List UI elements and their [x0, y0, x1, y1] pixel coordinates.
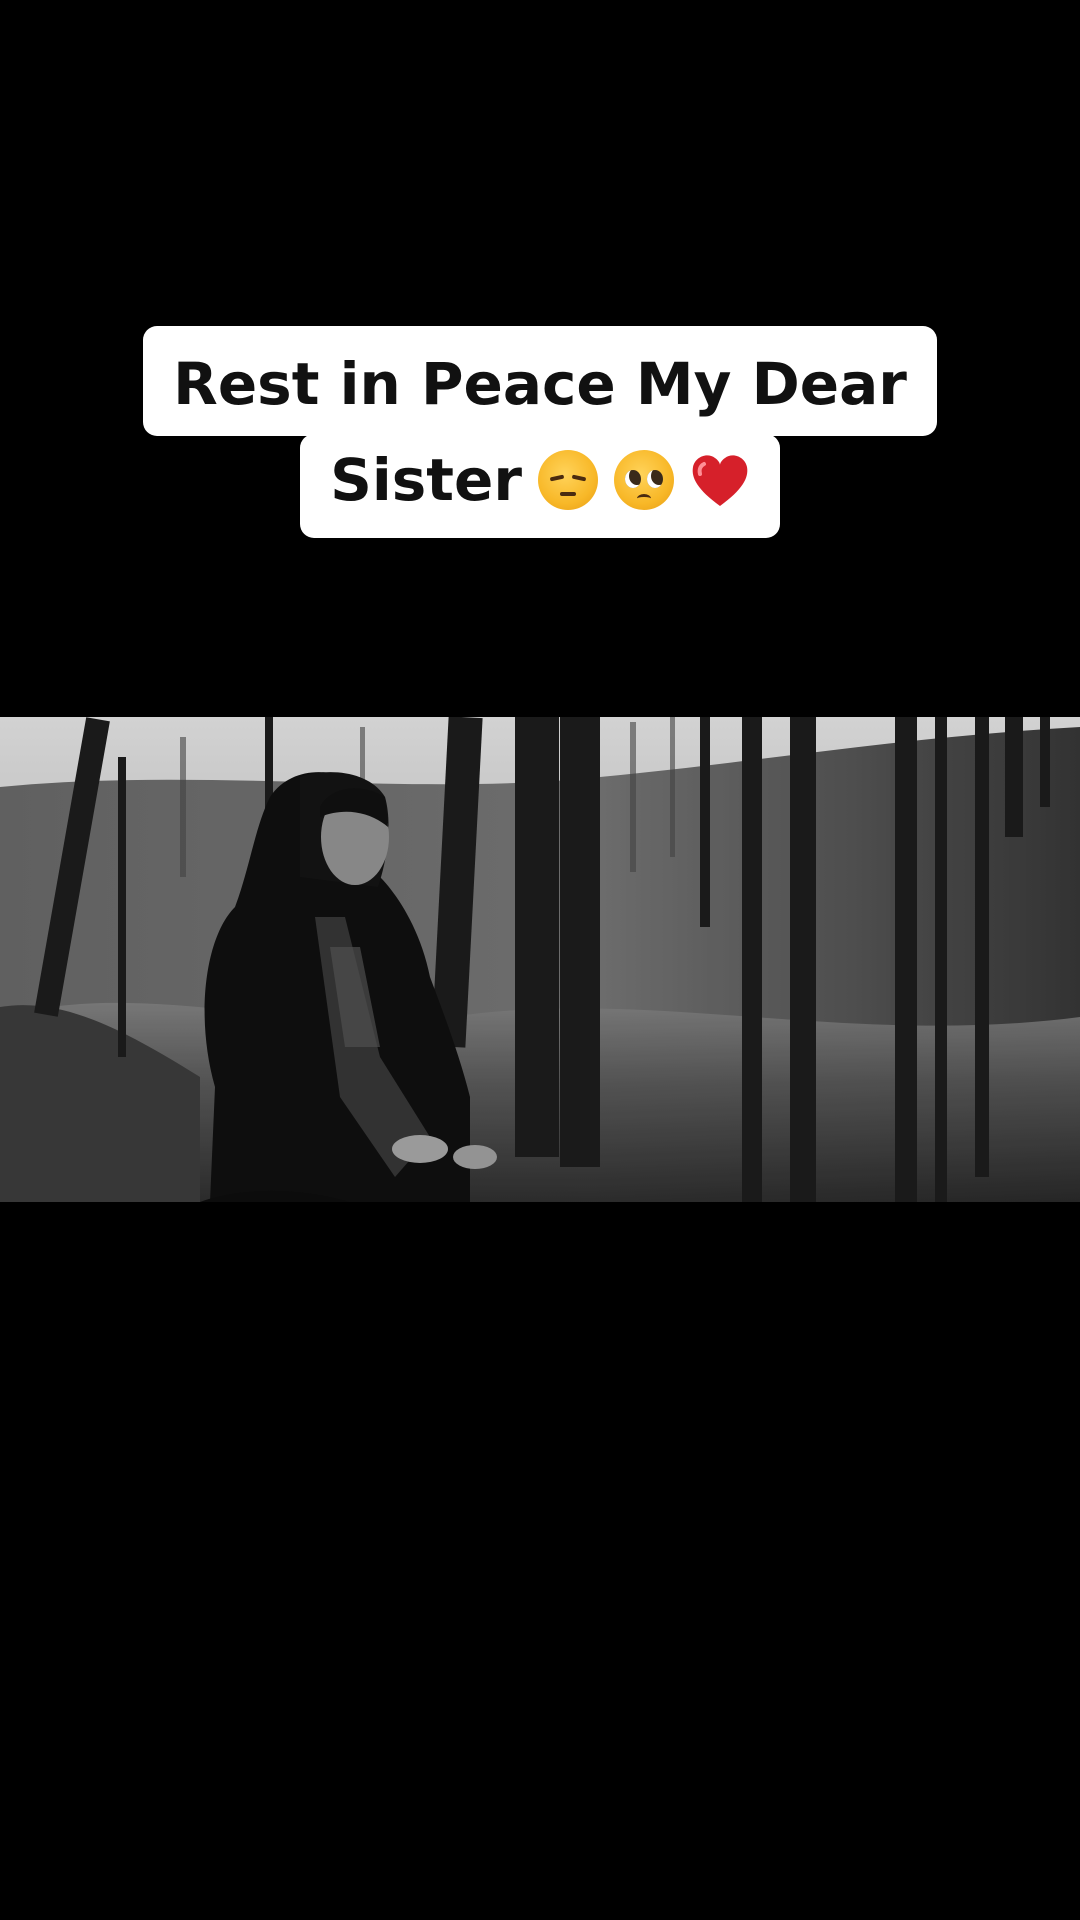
caption-text-2: Sister — [330, 446, 522, 514]
pleading-face-icon — [613, 450, 674, 510]
forest-scene-image — [0, 717, 1080, 1202]
video-frame[interactable] — [0, 717, 1080, 1202]
caption: Rest in Peace My Dear Sister — [0, 326, 1080, 538]
pensive-face-icon — [537, 450, 598, 510]
red-heart-icon — [690, 452, 750, 508]
caption-text-1: Rest in Peace My Dear — [173, 350, 907, 418]
caption-line-2: Sister — [300, 434, 780, 538]
caption-line-1: Rest in Peace My Dear — [143, 326, 937, 436]
